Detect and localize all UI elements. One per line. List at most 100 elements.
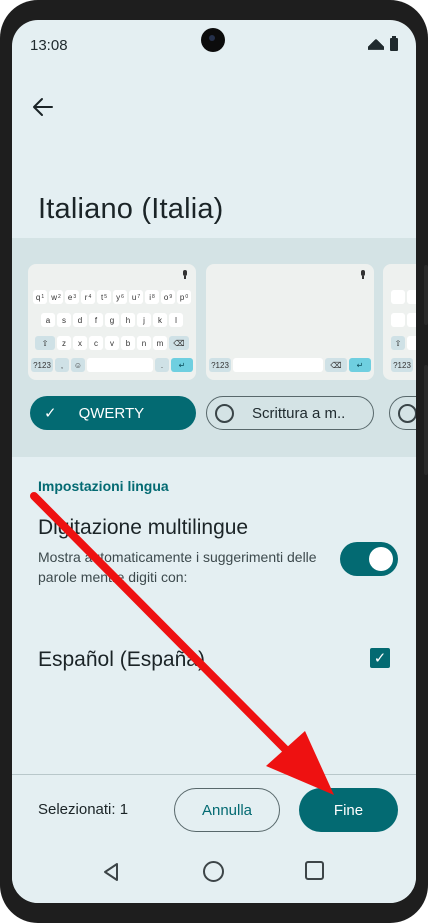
key-l: l xyxy=(169,313,183,327)
layout-chip-handwriting[interactable]: Scrittura a m.. xyxy=(206,396,374,430)
layout-chip-label: Scrittura a m.. xyxy=(252,404,346,422)
key-a: a xyxy=(41,313,55,327)
section-header: Impostazioni lingua xyxy=(38,478,169,494)
nav-home-icon[interactable] xyxy=(203,861,224,882)
keyboard-row-bottom: ?123 ⌫ ↵ xyxy=(209,358,371,372)
keyboard-row-bottom: ?123 , ☺ . ↵ xyxy=(31,358,193,372)
wifi-icon xyxy=(368,39,384,51)
layout-carousel[interactable]: q1w2e3r4t5y6u7i8o9p0 asdfghjkl ⇧ z x c v b n m ⌫… xyxy=(12,238,416,457)
key-n: n xyxy=(137,336,151,350)
page-title: Italiano (Italia) xyxy=(38,193,224,225)
keyboard-row-2: asdfghjkl xyxy=(31,313,193,327)
key-g: g xyxy=(105,313,119,327)
radio-icon xyxy=(215,403,234,423)
backspace-icon: ⌫ xyxy=(325,358,347,372)
keyboard-row-2 xyxy=(391,313,416,327)
mic-icon xyxy=(182,270,188,279)
arrow-left-icon xyxy=(33,98,53,116)
key-hint: 6 xyxy=(121,294,124,300)
key-q: q1 xyxy=(33,290,47,304)
layout-chip-label: QWERTY xyxy=(78,404,145,422)
symbols-key: ?123 xyxy=(391,358,413,372)
emoji-icon: ☺ xyxy=(71,358,85,372)
key-hint: 1 xyxy=(41,294,45,300)
battery-icon xyxy=(390,36,398,51)
comma-key: , xyxy=(55,358,69,372)
power-button xyxy=(424,265,428,325)
done-button[interactable]: Fine xyxy=(299,788,398,832)
phone-frame: 13:08 Italiano (Italia) q1w2e3r4t5y6u7i8… xyxy=(0,0,428,923)
key-hint: 3 xyxy=(73,294,77,300)
key xyxy=(407,313,416,327)
key-d: d xyxy=(73,313,87,327)
status-time: 13:08 xyxy=(30,37,68,54)
keyboard-row-1: q1w2e3r4t5y6u7i8o9p0 xyxy=(31,290,193,304)
key-u: u7 xyxy=(129,290,143,304)
key-j: j xyxy=(137,313,151,327)
layout-preview-qwerty[interactable]: q1w2e3r4t5y6u7i8o9p0 asdfghjkl ⇧ z x c v b n m ⌫… xyxy=(28,264,196,380)
key-v: v xyxy=(105,336,119,350)
key-b: b xyxy=(121,336,135,350)
space-key xyxy=(87,358,153,372)
check-icon: ✓ xyxy=(373,650,387,667)
footer-divider xyxy=(12,774,416,775)
key-hint: 7 xyxy=(137,294,141,300)
key xyxy=(407,290,416,304)
language-option-checkbox[interactable]: ✓ xyxy=(370,648,390,668)
multilingual-toggle[interactable] xyxy=(340,542,398,576)
key-m: m xyxy=(153,336,167,350)
key xyxy=(407,336,416,350)
space-key xyxy=(233,358,323,372)
symbols-key: ?123 xyxy=(31,358,53,372)
key-i: i8 xyxy=(145,290,159,304)
back-button[interactable] xyxy=(30,94,56,120)
cancel-button[interactable]: Annulla xyxy=(174,788,280,832)
key-y: y6 xyxy=(113,290,127,304)
key-c: c xyxy=(89,336,103,350)
key-hint: 0 xyxy=(185,294,189,300)
key-hint: 8 xyxy=(152,294,155,300)
key-hint: 4 xyxy=(88,294,92,300)
nav-recents-icon[interactable] xyxy=(305,861,324,880)
volume-button xyxy=(424,365,428,475)
status-icons xyxy=(368,36,398,51)
backspace-icon: ⌫ xyxy=(169,336,189,350)
key-hint: 2 xyxy=(58,294,61,300)
key-x: x xyxy=(73,336,87,350)
screen: 13:08 Italiano (Italia) q1w2e3r4t5y6u7i8… xyxy=(12,20,416,903)
multilingual-description: Mostra automaticamente i suggerimenti de… xyxy=(38,549,317,585)
key-o: o9 xyxy=(161,290,175,304)
layout-preview-3[interactable]: ⇧ ?123 xyxy=(383,264,416,380)
period-key: . xyxy=(155,358,169,372)
enter-icon: ↵ xyxy=(171,358,193,372)
key-k: k xyxy=(153,313,167,327)
key-p: p0 xyxy=(177,290,191,304)
key-t: t5 xyxy=(97,290,111,304)
mic-icon xyxy=(360,270,366,279)
key-r: r4 xyxy=(81,290,95,304)
keyboard-row-3: ⇧ xyxy=(391,336,416,350)
shift-icon: ⇧ xyxy=(391,336,405,350)
key-h: h xyxy=(121,313,135,327)
key xyxy=(391,313,405,327)
shift-icon: ⇧ xyxy=(35,336,55,350)
key-s: s xyxy=(57,313,71,327)
language-option-label: Español (España) xyxy=(38,648,205,671)
selected-count: Selezionati: 1 xyxy=(38,801,129,818)
enter-icon: ↵ xyxy=(349,358,371,372)
camera-icon xyxy=(201,28,225,52)
layout-chip-3[interactable] xyxy=(389,396,416,430)
key-hint: 9 xyxy=(169,294,173,300)
multilingual-title: Digitazione multilingue xyxy=(38,516,249,539)
keyboard-row-3: ⇧ z x c v b n m ⌫ xyxy=(31,336,193,350)
layout-chip-qwerty[interactable]: ✓ QWERTY xyxy=(30,396,196,430)
layout-preview-handwriting[interactable]: ?123 ⌫ ↵ xyxy=(206,264,374,380)
radio-icon xyxy=(398,403,416,423)
navigation-bar xyxy=(12,848,416,903)
symbols-key: ?123 xyxy=(209,358,231,372)
key-w: w2 xyxy=(49,290,63,304)
key xyxy=(391,290,405,304)
nav-back-icon[interactable] xyxy=(101,862,121,882)
key-z: z xyxy=(57,336,71,350)
key-hint: 5 xyxy=(104,294,107,300)
